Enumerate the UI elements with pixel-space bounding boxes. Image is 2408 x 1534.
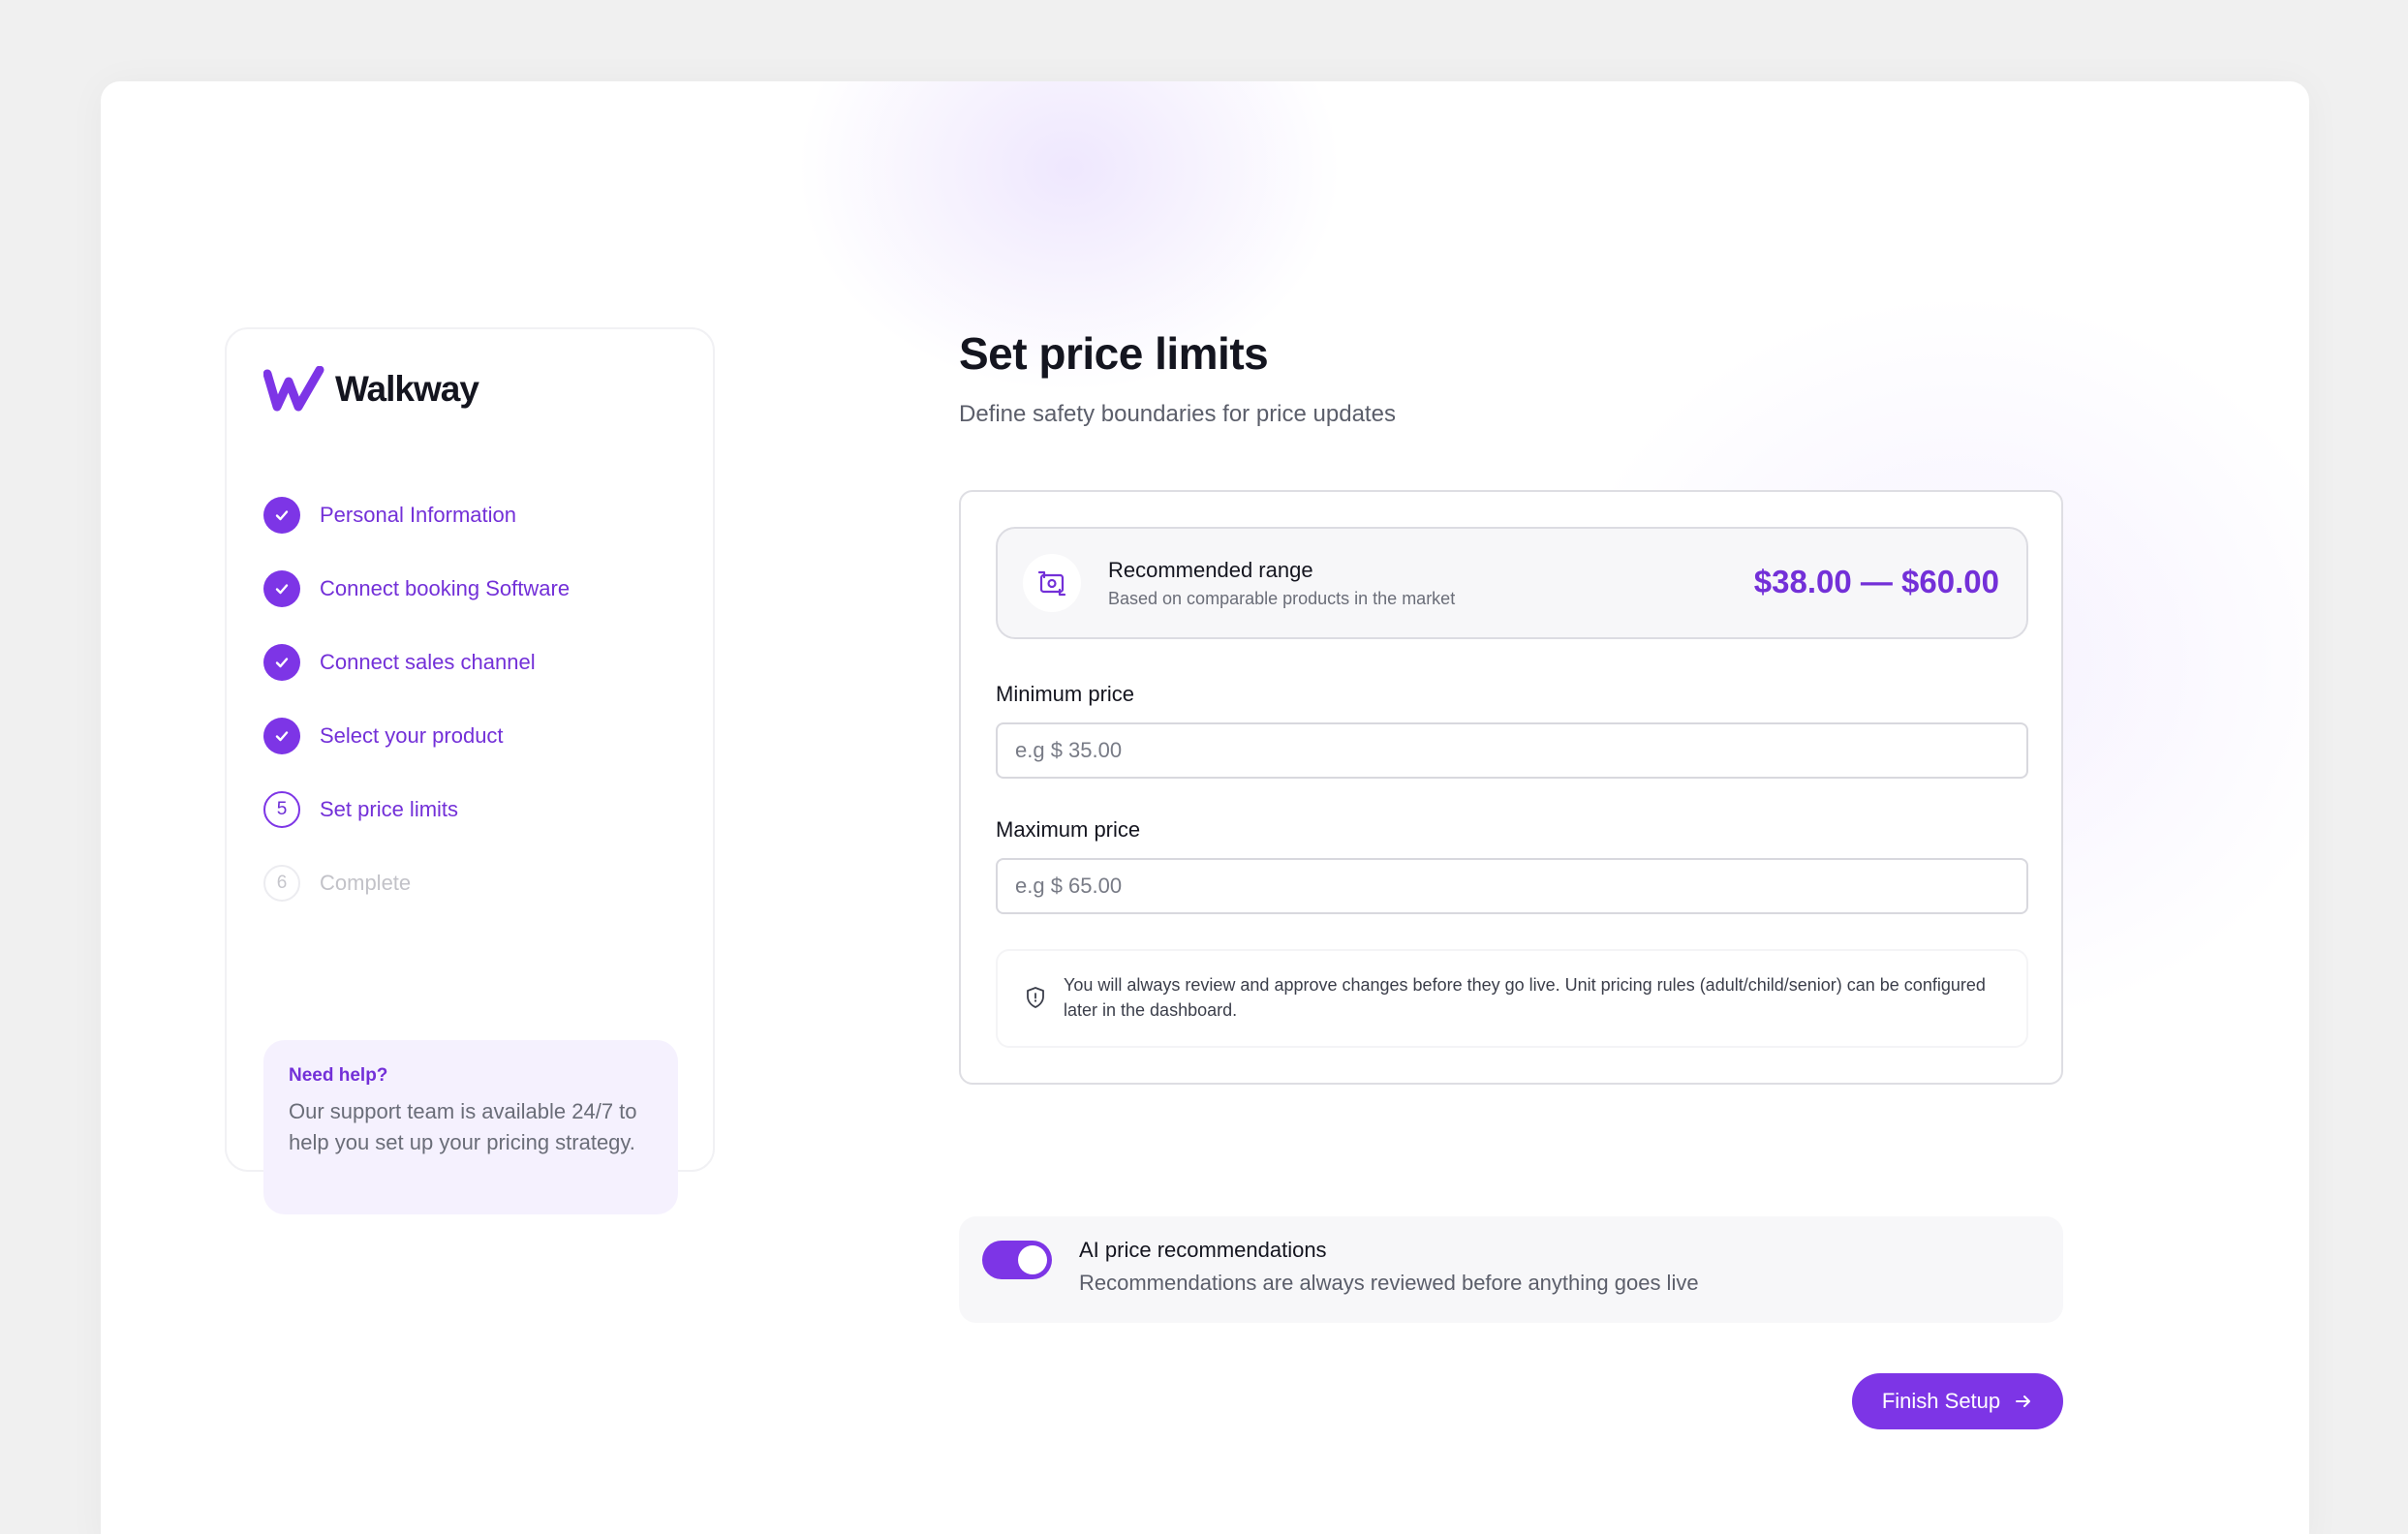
note-text: You will always review and approve chang… — [1064, 975, 1986, 1020]
brand-name: Walkway — [335, 369, 479, 409]
setup-sidebar: Walkway Personal Information Connect boo… — [225, 327, 715, 1214]
check-icon — [263, 718, 300, 754]
step-label: Complete — [320, 871, 412, 895]
step-connect-sales-channel[interactable]: Connect sales channel — [263, 626, 570, 699]
maximum-price-input[interactable] — [996, 858, 2028, 914]
ai-recommendations-toggle[interactable] — [982, 1241, 1052, 1279]
range-subtitle: Based on comparable products in the mark… — [1108, 589, 1456, 608]
step-label: Connect booking Software — [320, 576, 571, 600]
finish-setup-label: Finish Setup — [1881, 1389, 2001, 1413]
step-set-price-limits[interactable]: 5 Set price limits — [263, 773, 570, 846]
maximum-price-label: Maximum price — [996, 817, 1141, 842]
brand-logo: Walkway — [263, 366, 479, 413]
step-label: Set price limits — [320, 797, 459, 821]
step-connect-booking-software[interactable]: Connect booking Software — [263, 552, 570, 626]
range-title: Recommended range — [1108, 558, 1313, 582]
step-number-badge: 5 — [263, 791, 300, 828]
ai-title: AI price recommendations — [1079, 1238, 1327, 1262]
recommended-range-box: Recommended range Based on comparable pr… — [996, 527, 2028, 639]
minimum-price-label: Minimum price — [996, 682, 1135, 706]
help-box: Need help? Our support team is available… — [263, 1040, 678, 1214]
step-list: Personal Information Connect booking Sof… — [263, 478, 570, 920]
check-icon — [263, 497, 300, 534]
range-value: $38.00 — $60.00 — [1753, 564, 1999, 599]
help-title: Need help? — [289, 1065, 388, 1086]
toggle-knob — [1018, 1245, 1047, 1274]
help-text: Our support team is available 24/7 to he… — [289, 1099, 637, 1154]
price-limits-form: Recommended range Based on comparable pr… — [959, 490, 2063, 1085]
ai-subtitle: Recommendations are always reviewed befo… — [1079, 1271, 1699, 1295]
ai-recommendations-row: AI price recommendations Recommendations… — [959, 1216, 2063, 1323]
step-select-your-product[interactable]: Select your product — [263, 699, 570, 773]
minimum-price-input[interactable] — [996, 722, 2028, 779]
arrow-right-icon — [2014, 1392, 2033, 1411]
check-icon — [263, 644, 300, 681]
page-title: Set price limits — [959, 328, 1269, 379]
price-exchange-icon — [1023, 554, 1081, 612]
step-complete: 6 Complete — [263, 846, 570, 920]
check-icon — [263, 570, 300, 607]
step-number-badge: 6 — [263, 865, 300, 902]
main-content: Set price limits Define safety boundarie… — [959, 327, 2063, 1429]
shield-icon — [1025, 986, 1046, 1014]
step-label: Select your product — [320, 723, 504, 748]
step-label: Connect sales channel — [320, 650, 536, 674]
step-label: Personal Information — [320, 503, 516, 527]
walkway-logo-icon — [263, 366, 324, 412]
setup-card: Walkway Personal Information Connect boo… — [101, 81, 2309, 1534]
page-subtitle: Define safety boundaries for price updat… — [959, 401, 1396, 427]
finish-setup-button[interactable]: Finish Setup — [1852, 1373, 2063, 1429]
review-note: You will always review and approve chang… — [996, 949, 2028, 1048]
step-personal-information[interactable]: Personal Information — [263, 478, 570, 552]
